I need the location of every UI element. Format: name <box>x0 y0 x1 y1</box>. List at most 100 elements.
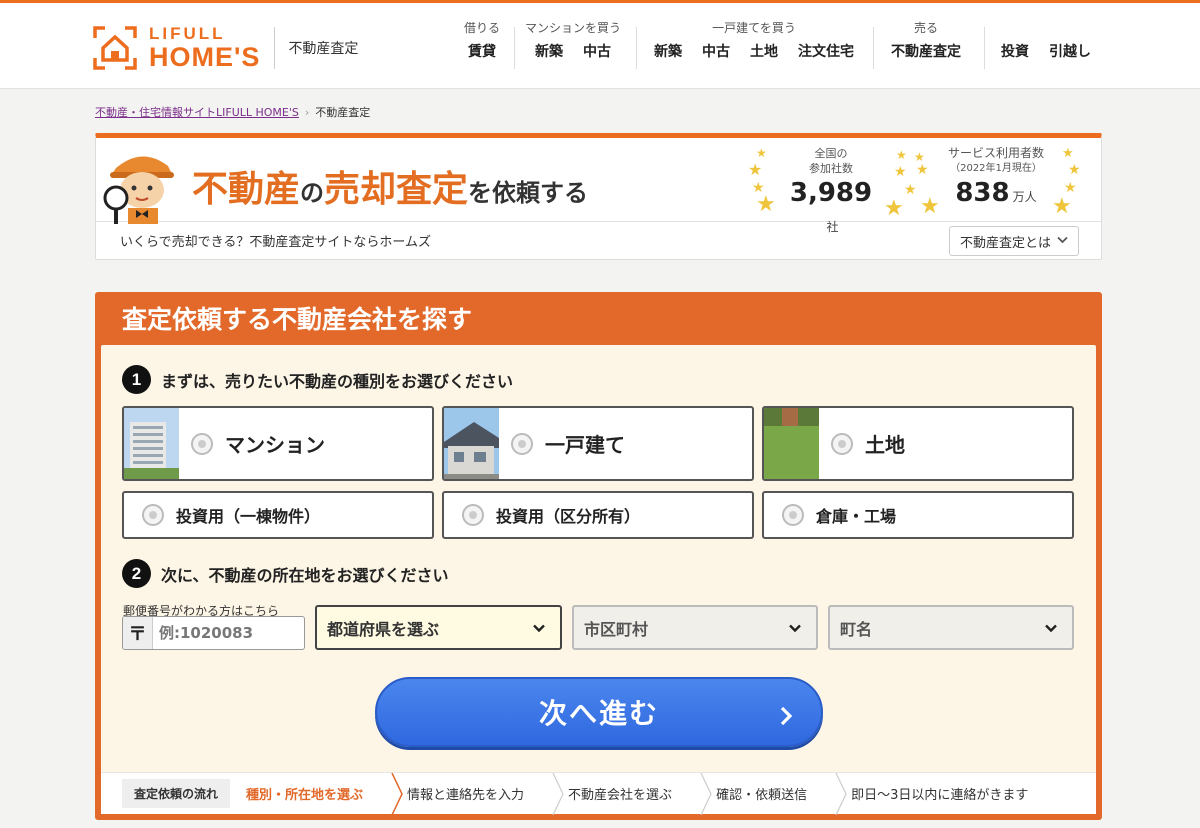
stat-value: 838 <box>955 178 1010 208</box>
mascot-detective-icon <box>102 144 182 224</box>
nav-group-sell: 売る 不動産査定 <box>881 19 971 61</box>
flow-label: 査定依頼の流れ <box>122 779 231 808</box>
stat-label: 全国の <box>814 147 848 160</box>
step2-heading: 2 次に、不動産の所在地をお選びください <box>122 559 449 588</box>
step2-text: 次に、不動産の所在地をお選びください <box>161 565 449 585</box>
flow-step: 情報と連絡先を入力 <box>393 773 564 815</box>
land-photo <box>764 408 819 479</box>
chevron-right-icon <box>777 701 795 734</box>
option-label: 投資用（区分所有） <box>496 507 641 526</box>
option-label: 土地 <box>865 433 905 457</box>
nav-divider <box>984 27 985 69</box>
star-icon: ★ <box>756 192 776 217</box>
nav-group-house: 一戸建てを買う 新築 中古 土地 注文住宅 <box>644 19 864 61</box>
radio-button[interactable] <box>782 504 804 526</box>
logo-line1: LIFULL <box>149 24 226 43</box>
star-icon: ★ <box>904 182 917 198</box>
radio-button[interactable] <box>142 504 164 526</box>
nav-divider <box>636 27 637 69</box>
star-icon: ★ <box>756 146 767 160</box>
chevron-down-icon <box>532 620 546 639</box>
flow-step: 不動産会社を選ぶ <box>554 773 712 815</box>
banner-title-part: 不動産 <box>192 169 301 210</box>
banner-title-part: 売却査定 <box>324 169 469 210</box>
nav-link-invest[interactable]: 投資 <box>991 41 1039 61</box>
radio-button[interactable] <box>462 504 484 526</box>
star-icon: ★ <box>748 160 763 179</box>
radio-button[interactable] <box>511 432 533 455</box>
select-value: 市区町村 <box>584 619 649 639</box>
house-photo <box>444 408 499 479</box>
mansion-photo <box>124 408 179 479</box>
banner-main: 不動産の売却査定を依頼する ★ ★ ★ ★ 全国の 参加社数 3,989社 ★ … <box>96 138 1101 234</box>
property-type-warehouse[interactable]: 倉庫・工場 <box>762 491 1074 539</box>
select-value: 都道府県を選ぶ <box>327 619 440 639</box>
zip-input[interactable] <box>153 617 304 649</box>
property-type-mansion[interactable]: マンション <box>122 406 434 481</box>
star-icon: ★ <box>1052 194 1072 219</box>
logo-subtitle: 不動産査定 <box>288 41 359 57</box>
flow-step: 即日〜3日以内に連絡がきます <box>837 773 1028 814</box>
breadcrumb-current: 不動産査定 <box>315 106 371 119</box>
property-type-investment-building[interactable]: 投資用（一棟物件） <box>122 491 434 539</box>
star-icon: ★ <box>894 164 907 180</box>
nav-link-mansion-new[interactable]: 新築 <box>525 41 573 61</box>
property-type-land[interactable]: 土地 <box>762 406 1074 481</box>
radio-button[interactable] <box>831 432 853 455</box>
chevron-down-icon <box>788 620 802 639</box>
nav-group-mansion: マンションを買う 新築 中古 <box>525 19 621 61</box>
property-type-house[interactable]: 一戸建て <box>442 406 754 481</box>
stat-label: 参加社数 <box>809 162 853 175</box>
nav-link-moving[interactable]: 引越し <box>1039 41 1101 61</box>
step-number: 1 <box>122 365 151 394</box>
nav-link-custom-home[interactable]: 注文住宅 <box>788 41 864 61</box>
breadcrumb-home-link[interactable]: 不動産・住宅情報サイトLIFULL HOME'S <box>95 104 299 120</box>
nav-category: 借りる <box>463 21 500 35</box>
service-users-stat: サービス利用者数 （2022年1月現在） 838 万人 <box>936 146 1056 208</box>
banner-subbar: いくらで売却できる？不動産査定サイトならホームズ 不動産査定とは <box>96 222 1101 258</box>
assessment-flow: 査定依頼の流れ 種別・所在地を選ぶ 情報と連絡先を入力 不動産会社を選ぶ 確認・… <box>101 772 1096 815</box>
logo-divider <box>274 27 276 69</box>
option-label: マンション <box>225 433 325 457</box>
flow-step: 種別・所在地を選ぶ <box>230 773 403 815</box>
star-icon: ★ <box>884 196 904 221</box>
flow-step-label: 種別・所在地を選ぶ <box>246 788 364 803</box>
option-label: 投資用（一棟物件） <box>176 507 321 526</box>
zip-field: 〒 <box>122 616 305 650</box>
radio-button[interactable] <box>191 432 213 455</box>
stat-label: （2022年1月現在） <box>950 163 1042 174</box>
banner-title-part: を依頼する <box>468 179 589 207</box>
panel-body: 1 まずは、売りたい不動産の種別をお選びください マンション 一戸建て 土地 投… <box>101 345 1096 815</box>
breadcrumb-separator-icon: › <box>304 105 310 119</box>
flow-step-label: 即日〜3日以内に連絡がきます <box>851 788 1029 803</box>
city-select[interactable]: 市区町村 <box>572 605 818 650</box>
nav-category: 売る <box>913 21 938 35</box>
stat-value: 3,989 <box>789 178 873 208</box>
nav-category: マンションを買う <box>525 21 622 35</box>
panel-title: 査定依頼する不動産会社を探す <box>122 305 473 334</box>
about-assessment-button[interactable]: 不動産査定とは <box>948 226 1079 256</box>
flow-step-label: 情報と連絡先を入力 <box>407 788 525 803</box>
nav-link-land[interactable]: 土地 <box>740 41 788 61</box>
site-logo[interactable]: LIFULL HOME'S 不動産査定 <box>93 25 358 71</box>
nav-link-assessment[interactable]: 不動産査定 <box>881 41 971 61</box>
banner-title-part: の <box>300 179 325 207</box>
stat-value-wrap: 838 万人 <box>936 178 1056 208</box>
option-label: 一戸建て <box>545 433 625 457</box>
chevron-down-icon <box>1044 620 1058 639</box>
flow-step-label: 不動産会社を選ぶ <box>568 788 673 803</box>
house-logo-icon <box>93 26 137 70</box>
next-button[interactable]: 次へ進む <box>375 677 823 747</box>
search-panel: 査定依頼する不動産会社を探す 1 まずは、売りたい不動産の種別をお選びください <box>95 292 1102 820</box>
about-button-label: 不動産査定とは <box>959 235 1051 251</box>
option-label: 倉庫・工場 <box>816 507 897 526</box>
town-select[interactable]: 町名 <box>828 605 1074 650</box>
prefecture-select[interactable]: 都道府県を選ぶ <box>315 605 562 650</box>
nav-group-rent: 借りる 賃貸 <box>458 19 506 61</box>
nav-link-rent[interactable]: 賃貸 <box>458 41 506 61</box>
nav-divider <box>873 27 874 69</box>
property-type-investment-unit[interactable]: 投資用（区分所有） <box>442 491 754 539</box>
nav-link-house-new[interactable]: 新築 <box>644 41 692 61</box>
nav-link-mansion-used[interactable]: 中古 <box>573 41 621 61</box>
nav-link-house-used[interactable]: 中古 <box>692 41 740 61</box>
